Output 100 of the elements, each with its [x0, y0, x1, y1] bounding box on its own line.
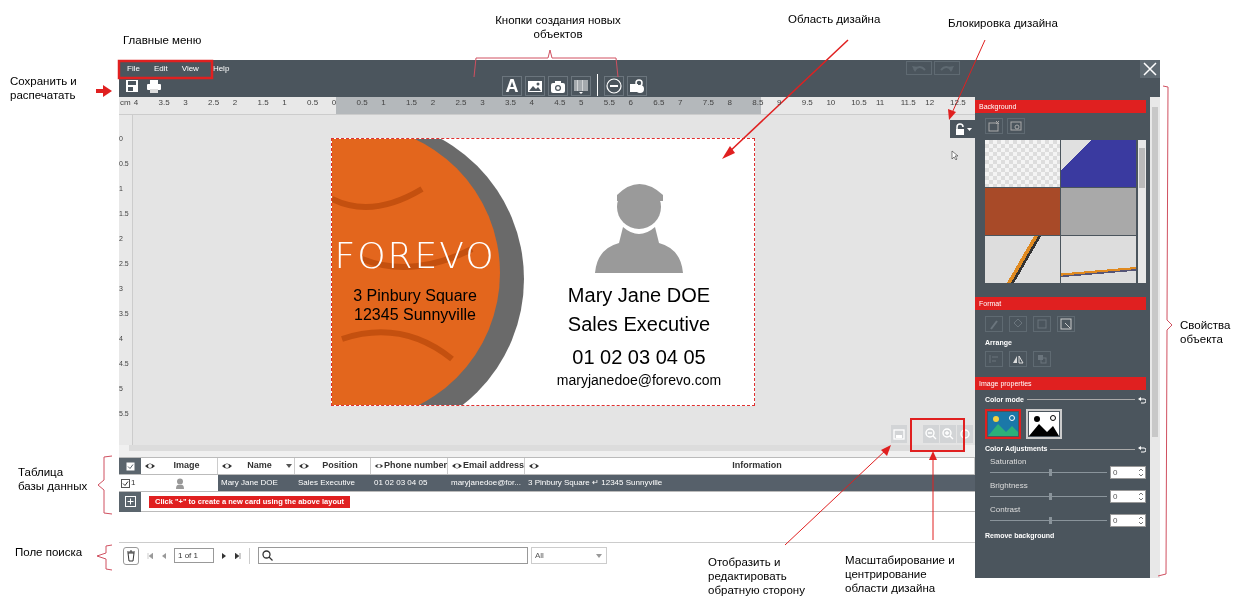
slider-label: Saturation	[989, 456, 1028, 466]
texture-thumbnail[interactable]	[985, 188, 1061, 235]
column-header[interactable]: Phone number	[371, 458, 448, 474]
table-row[interactable]: 1 Mary Jane DOE Sales Executive 01 02 03 04 05 maryjanedoe@for... 3 Pinbury Square ↵ 12345 Sunnyville	[119, 475, 975, 491]
picture-icon	[988, 120, 1000, 132]
slider-thumb[interactable]	[1048, 516, 1052, 524]
column-header[interactable]: Position	[295, 458, 371, 474]
horizontal-scrollbar[interactable]	[129, 445, 965, 451]
menu-item[interactable]: Edit	[153, 64, 168, 76]
caret-icon	[967, 127, 972, 131]
dropdown-value: All	[534, 549, 544, 562]
eye-icon	[528, 461, 540, 471]
close-button[interactable]	[1140, 60, 1160, 78]
column-header[interactable]: Email address	[448, 458, 525, 474]
ruler-label: 9.5	[801, 97, 814, 109]
vertical-scrollbar[interactable]	[1150, 97, 1160, 578]
texture-thumbnail[interactable]	[985, 140, 1061, 187]
last-page-icon[interactable]	[235, 552, 241, 559]
select-all-checkbox[interactable]	[125, 461, 135, 471]
remove-image-button[interactable]	[985, 118, 1003, 134]
field-value: 0	[1112, 466, 1119, 478]
shapes-icon	[629, 78, 645, 94]
search-field[interactable]	[258, 547, 528, 564]
number-field[interactable]: 0	[1110, 489, 1146, 503]
zoom-out-button[interactable]	[923, 425, 939, 443]
ruler-label: 3.5	[158, 97, 171, 109]
image-tool-button[interactable]	[525, 76, 545, 96]
add-row-button[interactable]	[119, 491, 141, 512]
field-value: 0	[1112, 490, 1119, 502]
column-header[interactable]: Name	[218, 458, 295, 474]
slider-thumb[interactable]	[1048, 468, 1052, 476]
texture-thumbnail[interactable]	[1061, 236, 1137, 283]
row-checkbox[interactable]	[121, 478, 130, 488]
filter-dropdown[interactable]: All	[531, 547, 607, 564]
page-field[interactable]: 1 of 1	[174, 548, 214, 563]
callout-label: Область дизайна	[788, 12, 881, 26]
lock-button[interactable]	[950, 120, 977, 138]
ruler-label: cm	[119, 97, 132, 109]
barcode-tool-button[interactable]	[571, 76, 591, 96]
ruler-label: 8	[727, 97, 733, 109]
camera-icon	[550, 78, 566, 94]
person-silhouette-icon	[174, 477, 185, 489]
order-button[interactable]	[1033, 350, 1051, 367]
save-icon	[125, 79, 139, 93]
ruler-label: 3	[183, 97, 189, 109]
bracket	[97, 455, 113, 515]
menu-item[interactable]: View	[181, 64, 199, 76]
column-header[interactable]: Image	[141, 458, 218, 474]
ruler-label: 1	[381, 97, 387, 109]
eye-icon	[298, 461, 310, 471]
table-cell-text: maryjanedoe@for...	[450, 477, 522, 489]
number-field[interactable]: 0	[1110, 513, 1146, 527]
ruler-label: 11	[875, 97, 886, 109]
mouse-pointer-icon	[951, 150, 961, 160]
color-mode-option[interactable]	[985, 409, 1021, 439]
delete-button[interactable]	[123, 546, 139, 565]
brush-button[interactable]	[985, 316, 1003, 332]
bucket-icon	[1012, 318, 1024, 330]
resize-button[interactable]	[1057, 316, 1075, 332]
browse-button[interactable]	[1007, 118, 1025, 134]
slider-thumb[interactable]	[1048, 492, 1052, 500]
ruler-label: 2	[430, 97, 437, 109]
ruler-label: 1.5	[257, 97, 270, 109]
barcode-icon	[573, 78, 589, 94]
callout-label: Отобразить и редактировать обратную сторону	[708, 555, 806, 597]
ruler-label: 4	[529, 97, 536, 109]
circle-badge-icon	[606, 78, 622, 94]
number-field[interactable]: 0	[1110, 465, 1146, 479]
layers-icon	[1036, 352, 1048, 365]
table-cell-text: Sales Executive	[297, 477, 356, 489]
eye-icon	[144, 461, 156, 471]
texture-thumbnail[interactable]	[1061, 188, 1137, 235]
ruler-label: 6.5	[653, 97, 666, 109]
eye-icon	[221, 461, 233, 471]
texture-thumbnail[interactable]	[1061, 140, 1137, 187]
next-page-icon[interactable]	[222, 552, 227, 559]
back-side-button[interactable]	[891, 425, 907, 443]
callout-label: Кнопки создания новых объектов	[494, 13, 622, 41]
vertical-scrollbar[interactable]	[1138, 140, 1146, 283]
slider-label: Contrast	[989, 504, 1022, 514]
ruler-label: 3	[480, 97, 486, 109]
text-tool-button[interactable]: A	[502, 76, 522, 96]
logo-tool-button[interactable]	[604, 76, 624, 96]
reset-icon[interactable]	[1138, 395, 1146, 404]
photo-tool-button[interactable]	[548, 76, 568, 96]
ruler-label: 1	[282, 97, 288, 109]
menu-item[interactable]: File	[127, 64, 140, 76]
shape-tool-button[interactable]	[627, 76, 647, 96]
texture-thumbnail[interactable]	[985, 236, 1061, 283]
business-card[interactable]: FOREVO 3 Pinbury Square 12345 Sunnyville Mary Jane DOE Sales Executive 01 02 03 04 05 maryjanedoe@forevo.com	[331, 138, 755, 406]
menu-item[interactable]: Help	[212, 64, 230, 76]
first-page-icon[interactable]	[147, 552, 153, 559]
fill-button[interactable]	[1009, 316, 1027, 332]
previous-page-icon[interactable]	[161, 552, 166, 559]
slider-label: Brightness	[989, 480, 1029, 490]
address-line: 12345 Sunnyville	[354, 305, 476, 324]
flip-button[interactable]	[1009, 350, 1027, 367]
callout-label: Масштабирование и центрирование области дизайна	[845, 553, 956, 595]
reset-icon[interactable]	[1138, 445, 1146, 454]
spinner-arrows-icon	[1137, 514, 1145, 526]
